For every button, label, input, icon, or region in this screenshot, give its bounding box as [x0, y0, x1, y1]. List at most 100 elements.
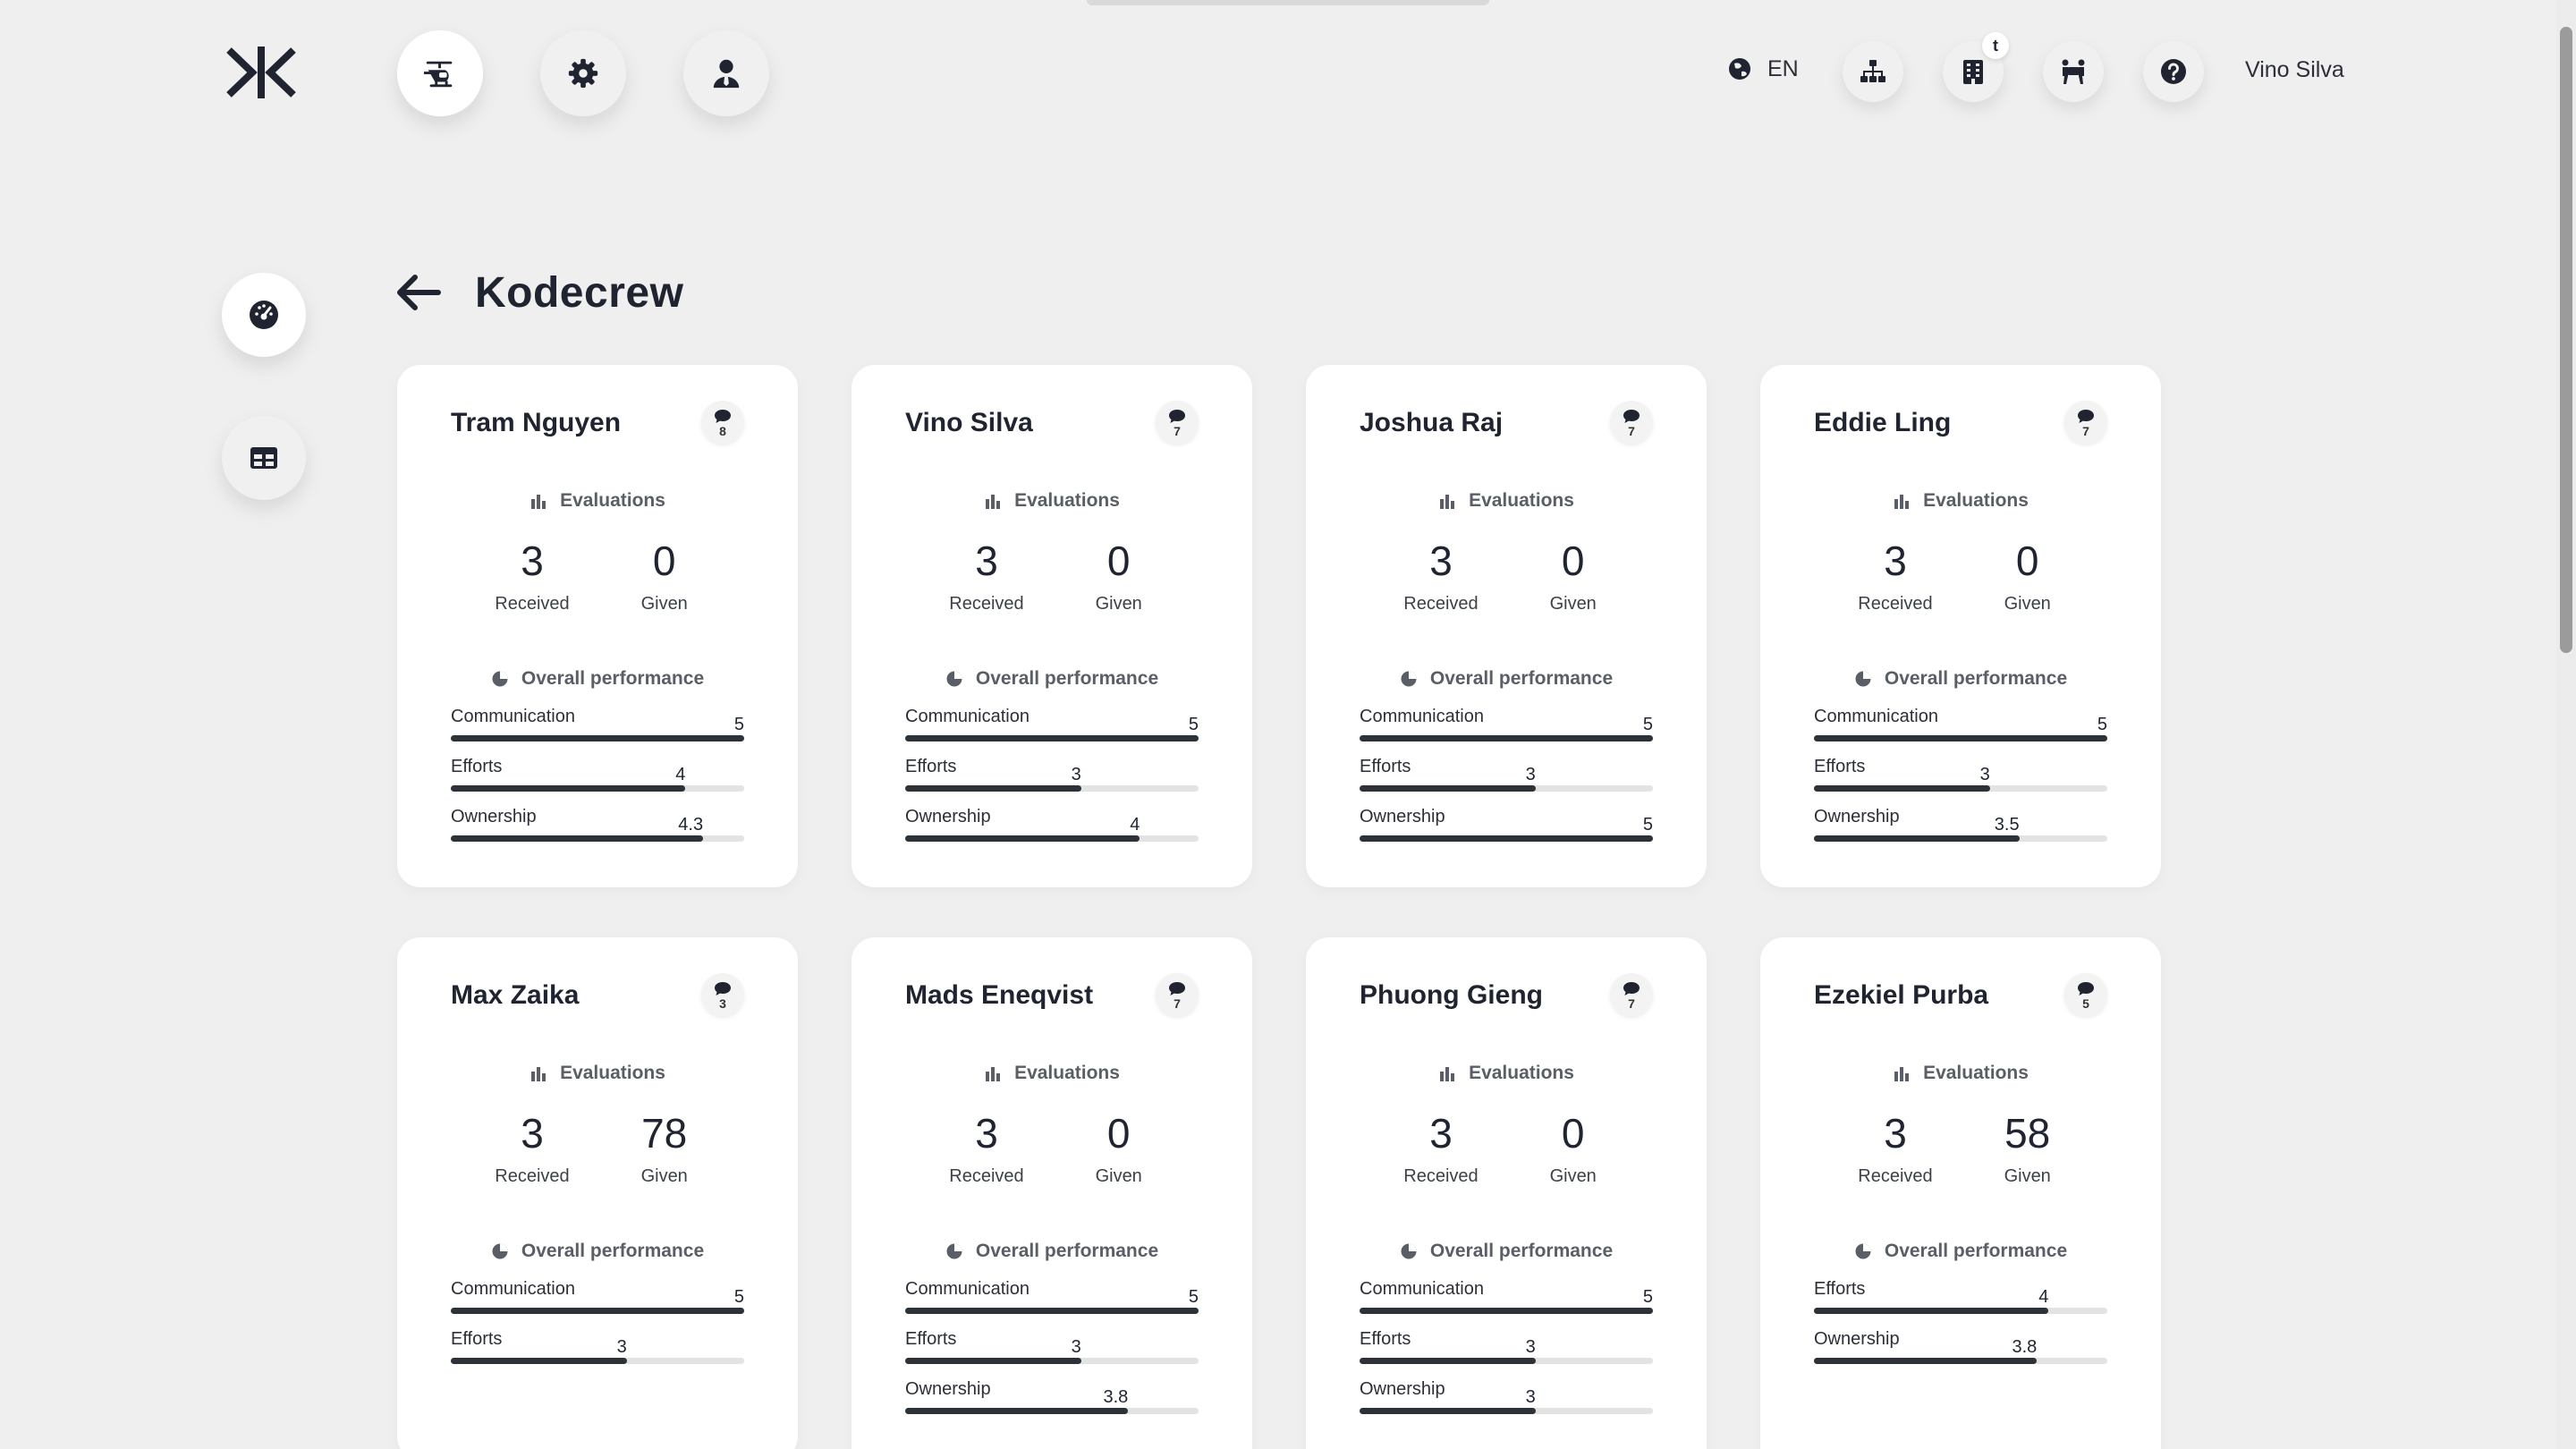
metric-label: Ownership [905, 1379, 991, 1399]
performance-label: Overall performance [1884, 1241, 2068, 1261]
metric-row: Efforts 3 [1814, 757, 2107, 807]
evaluation-stats: 3 Received 0 Given [852, 1113, 1252, 1187]
evaluation-stats: 3 Received 0 Given [1760, 540, 2161, 614]
nav-user-button[interactable] [683, 30, 769, 116]
metric-value: 4 [2038, 1287, 2049, 1307]
comment-count-badge[interactable]: 8 [701, 401, 744, 444]
comment-count: 7 [1174, 424, 1181, 438]
comment-count: 3 [719, 996, 726, 1011]
metric-label: Communication [905, 707, 1030, 726]
org-chart-button[interactable] [1843, 41, 1903, 102]
received-label: Received [495, 594, 570, 614]
pie-chart-icon [492, 671, 508, 687]
comment-count-badge[interactable]: 5 [2064, 973, 2107, 1016]
comment-count-badge[interactable]: 7 [1610, 401, 1653, 444]
teams-button[interactable] [2043, 41, 2104, 102]
back-arrow-icon[interactable] [394, 270, 444, 315]
member-card[interactable]: Tram Nguyen 8 Evaluations 3 Received 0 G… [397, 365, 798, 887]
metric-label: Communication [1814, 707, 1938, 726]
member-name: Ezekiel Purba [1814, 980, 1989, 1010]
metric-row: Ownership 3 [1360, 1379, 1653, 1429]
given-label: Given [1095, 1166, 1142, 1186]
metric-value: 5 [1642, 715, 1653, 734]
scrollbar-thumb[interactable] [2560, 27, 2572, 653]
metric-list: Communication 5 Efforts 3 [451, 1279, 744, 1379]
metric-row: Efforts 3 [1360, 1329, 1653, 1379]
language-selector[interactable]: EN [1726, 55, 1799, 82]
metric-row: Ownership 3.8 [905, 1379, 1199, 1429]
received-label: Received [495, 1166, 570, 1186]
member-card[interactable]: Mads Eneqvist 7 Evaluations 3 Received 0… [852, 937, 1252, 1449]
comment-count-badge[interactable]: 7 [1156, 401, 1199, 444]
metric-value: 3.8 [2012, 1337, 2038, 1357]
metric-list: Communication 5 Efforts 3 Ownership 3 [1360, 1279, 1653, 1429]
member-card[interactable]: Eddie Ling 7 Evaluations 3 Received 0 Gi… [1760, 365, 2161, 887]
given-stat: 58 Given [1992, 1113, 2063, 1187]
metric-row: Ownership 5 [1360, 807, 1653, 857]
evaluations-heading: Evaluations [1760, 490, 2161, 512]
globe-icon [1729, 58, 1750, 80]
given-stat: 0 Given [1083, 1113, 1155, 1187]
user-tie-icon [713, 59, 740, 89]
comment-icon [715, 982, 731, 996]
metric-label: Ownership [1360, 1379, 1445, 1399]
received-stat: 3 Received [1403, 1113, 1478, 1187]
metric-list: Communication 5 Efforts 3 Ownership 3.8 [905, 1279, 1199, 1429]
pie-chart-icon [1401, 671, 1417, 687]
member-card[interactable]: Phuong Gieng 7 Evaluations 3 Received 0 … [1306, 937, 1707, 1449]
evaluations-heading: Evaluations [1306, 1063, 1707, 1084]
metric-value: 3 [1525, 765, 1536, 784]
metric-track [451, 835, 744, 842]
evaluation-stats: 3 Received 0 Given [397, 540, 798, 614]
performance-heading: Overall performance [1306, 1241, 1707, 1262]
comment-count-badge[interactable]: 7 [1156, 973, 1199, 1016]
building-icon [1963, 60, 1983, 84]
comment-icon [1169, 982, 1185, 996]
page-scrollbar[interactable] [2556, 0, 2576, 1449]
comment-count-badge[interactable]: 3 [701, 973, 744, 1016]
company-button[interactable]: t [1943, 32, 2009, 102]
metric-row: Ownership 4 [905, 807, 1199, 857]
nav-settings-button[interactable] [540, 30, 626, 116]
comment-icon [1623, 982, 1640, 996]
comment-count-badge[interactable]: 7 [1610, 973, 1653, 1016]
metric-track [1360, 735, 1653, 741]
metric-label: Ownership [1814, 1329, 1900, 1349]
people-carry-icon [2062, 59, 2085, 84]
metric-row: Communication 5 [1360, 1279, 1653, 1329]
pie-chart-icon [1855, 671, 1871, 687]
metric-bar-fill [905, 835, 1140, 842]
performance-label: Overall performance [1884, 668, 2068, 689]
comment-count: 7 [2082, 424, 2089, 438]
metric-bar-fill [905, 735, 1199, 741]
metric-value: 3 [1525, 1387, 1536, 1407]
given-count: 0 [1561, 1110, 1585, 1157]
logo-icon[interactable] [225, 45, 297, 100]
sidebar-table-button[interactable] [222, 416, 306, 500]
received-count: 3 [1429, 1110, 1453, 1157]
metric-value: 3 [1979, 765, 1990, 784]
given-count: 0 [1106, 538, 1131, 584]
given-stat: 0 Given [1538, 1113, 1609, 1187]
received-label: Received [949, 594, 1024, 614]
user-menu[interactable]: Vino Silva [2245, 57, 2344, 83]
bar-chart-icon [986, 495, 1001, 509]
metric-track [451, 1308, 744, 1314]
received-stat: 3 Received [1403, 540, 1478, 614]
given-count: 78 [641, 1110, 688, 1157]
comment-count-badge[interactable]: 7 [2064, 401, 2107, 444]
received-stat: 3 Received [1858, 1113, 1932, 1187]
evaluations-heading: Evaluations [852, 490, 1252, 512]
member-card[interactable]: Joshua Raj 7 Evaluations 3 Received 0 Gi… [1306, 365, 1707, 887]
member-card[interactable]: Ezekiel Purba 5 Evaluations 3 Received 5… [1760, 937, 2161, 1449]
metric-track [1814, 735, 2107, 741]
metric-label: Efforts [451, 1329, 503, 1349]
evaluations-label: Evaluations [1014, 1063, 1120, 1083]
sidebar-dashboard-button[interactable] [222, 273, 306, 357]
help-button[interactable] [2143, 41, 2204, 102]
metric-label: Efforts [1360, 757, 1411, 776]
nav-helicopter-button[interactable] [397, 30, 483, 116]
member-card[interactable]: Max Zaika 3 Evaluations 3 Received 78 Gi… [397, 937, 798, 1449]
performance-label: Overall performance [975, 668, 1159, 689]
member-card[interactable]: Vino Silva 7 Evaluations 3 Received 0 Gi… [852, 365, 1252, 887]
